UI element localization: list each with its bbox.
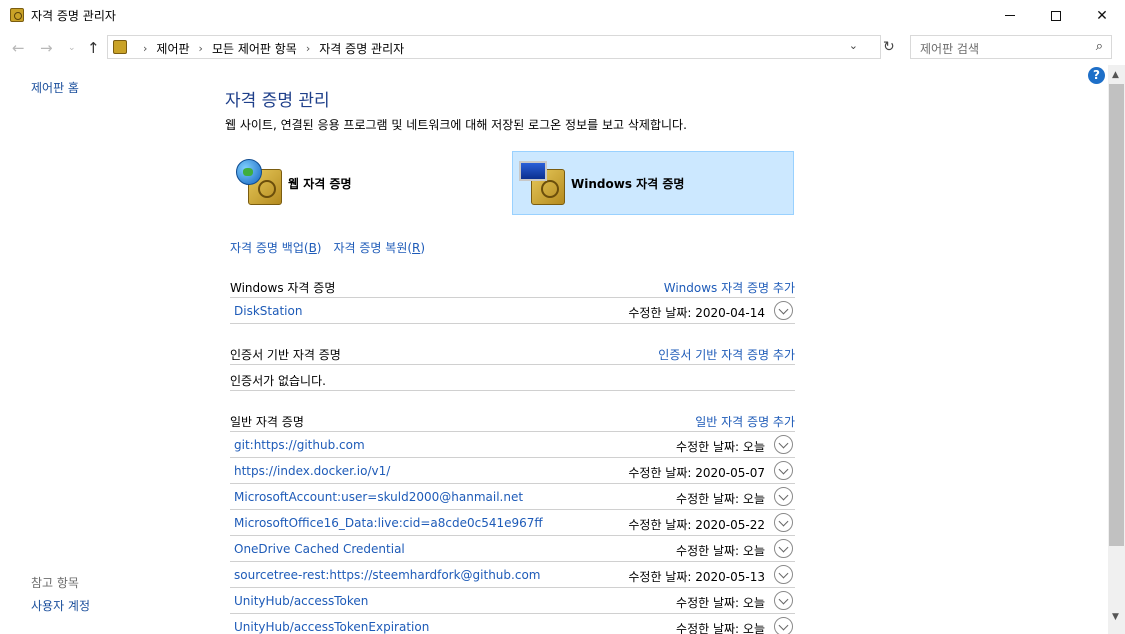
page-description: 웹 사이트, 연결된 응용 프로그램 및 네트워크에 대해 저장된 로그온 정보… — [225, 118, 687, 132]
up-icon[interactable]: ↑ — [87, 39, 100, 57]
restore-credentials-link[interactable]: 자격 증명 복원(R) — [333, 239, 425, 256]
chevron-down-icon[interactable] — [774, 539, 793, 558]
chevron-down-icon[interactable] — [774, 591, 793, 610]
list-item[interactable]: OneDrive Cached Credential 수정한 날짜: 오늘 — [230, 536, 795, 562]
close-button[interactable]: ✕ — [1079, 0, 1125, 31]
credential-date: 수정한 날짜: 오늘 — [676, 544, 765, 558]
section-header: 일반 자격 증명 일반 자격 증명 추가 — [230, 406, 795, 432]
section-title: 인증서 기반 자격 증명 — [230, 348, 341, 362]
windows-credentials-tile[interactable]: Windows 자격 증명 — [512, 151, 794, 215]
section-title: 일반 자격 증명 — [230, 415, 304, 429]
breadcrumb-control-panel[interactable]: 제어판 — [156, 40, 189, 57]
chevron-down-icon[interactable] — [774, 487, 793, 506]
scroll-up-icon[interactable]: ▲ — [1112, 70, 1119, 80]
web-credentials-label: 웹 자격 증명 — [288, 176, 352, 191]
credential-name[interactable]: MicrosoftAccount:user=skuld2000@hanmail.… — [234, 490, 523, 504]
list-item[interactable]: UnityHub/accessTokenExpiration 수정한 날짜: 오… — [230, 614, 795, 634]
list-item[interactable]: UnityHub/accessToken 수정한 날짜: 오늘 — [230, 588, 795, 614]
scroll-down-icon[interactable]: ▼ — [1112, 612, 1119, 622]
page-title: 자격 증명 관리 — [225, 91, 330, 111]
list-item[interactable]: MicrosoftAccount:user=skuld2000@hanmail.… — [230, 484, 795, 510]
empty-message-row: 인증서가 없습니다. — [230, 365, 795, 391]
list-item[interactable]: DiskStation 수정한 날짜: 2020-04-14 — [230, 298, 795, 324]
forward-icon[interactable]: → — [40, 39, 53, 57]
chevron-down-icon[interactable] — [774, 565, 793, 584]
backup-restore-links: 자격 증명 백업(B) 자격 증명 복원(R) — [230, 239, 425, 256]
list-item[interactable]: git:https://github.com 수정한 날짜: 오늘 — [230, 432, 795, 458]
section-header: 인증서 기반 자격 증명 인증서 기반 자격 증명 추가 — [230, 339, 795, 365]
breadcrumb-all-items[interactable]: 모든 제어판 항목 — [212, 40, 297, 57]
chevron-down-icon[interactable]: ⌄ — [849, 39, 858, 52]
chevron-right-icon: › — [305, 42, 311, 55]
credential-name[interactable]: sourcetree-rest:https://steemhardfork@gi… — [234, 568, 540, 582]
windows-credentials-icon — [517, 157, 569, 209]
credential-date: 수정한 날짜: 오늘 — [676, 440, 765, 454]
help-icon[interactable]: ? — [1088, 67, 1105, 84]
scroll-thumb[interactable] — [1109, 84, 1124, 546]
control-panel-home-link[interactable]: 제어판 홈 — [31, 79, 79, 96]
close-icon: ✕ — [1096, 7, 1108, 24]
chevron-down-icon[interactable] — [774, 461, 793, 480]
user-accounts-link[interactable]: 사용자 계정 — [31, 597, 90, 614]
chevron-right-icon: › — [198, 42, 203, 55]
search-input[interactable]: 제어판 검색 ⌕ — [910, 35, 1112, 59]
list-item[interactable]: https://index.docker.io/v1/ 수정한 날짜: 2020… — [230, 458, 795, 484]
section-header: Windows 자격 증명 Windows 자격 증명 추가 — [230, 272, 795, 298]
maximize-button[interactable] — [1033, 0, 1079, 31]
title-bar: 자격 증명 관리자 ✕ — [0, 0, 1125, 31]
see-also-label: 참고 항목 — [31, 576, 79, 590]
empty-message: 인증서가 없습니다. — [230, 374, 326, 388]
chevron-down-icon[interactable] — [774, 617, 793, 634]
chevron-down-icon[interactable] — [774, 435, 793, 454]
backup-credentials-link[interactable]: 자격 증명 백업(B) — [230, 239, 321, 256]
search-icon[interactable]: ⌕ — [1096, 39, 1103, 54]
credential-date: 수정한 날짜: 오늘 — [676, 492, 765, 506]
web-credentials-tile[interactable]: 웹 자격 증명 — [230, 151, 512, 215]
credential-name[interactable]: https://index.docker.io/v1/ — [234, 464, 390, 478]
back-icon[interactable]: ← — [12, 39, 25, 57]
minimize-button[interactable] — [987, 0, 1033, 31]
list-item[interactable]: MicrosoftOffice16_Data:live:cid=a8cde0c5… — [230, 510, 795, 536]
list-item[interactable]: sourcetree-rest:https://steemhardfork@gi… — [230, 562, 795, 588]
chevron-right-icon: › — [143, 42, 148, 55]
credential-vault-icon — [10, 8, 24, 22]
add-certificate-credential-link[interactable]: 인증서 기반 자격 증명 추가 — [658, 346, 795, 363]
chevron-down-icon[interactable] — [774, 513, 793, 532]
minimize-icon — [1005, 15, 1015, 16]
credential-name[interactable]: MicrosoftOffice16_Data:live:cid=a8cde0c5… — [234, 516, 543, 530]
web-credentials-icon — [234, 157, 286, 209]
add-generic-credential-link[interactable]: 일반 자격 증명 추가 — [695, 413, 795, 430]
breadcrumb: › 제어판 › 모든 제어판 항목 › 자격 증명 관리자 — [134, 40, 404, 57]
navigation-bar: ← → ⌄ ↑ › 제어판 › 모든 제어판 항목 › 자격 증명 관리자 ⌄ … — [0, 31, 1125, 65]
refresh-icon[interactable]: ↻ — [883, 39, 895, 55]
credential-date: 수정한 날짜: 오늘 — [676, 596, 765, 610]
credential-date: 수정한 날짜: 2020-05-22 — [628, 518, 765, 532]
windows-credentials-label: Windows 자격 증명 — [571, 176, 685, 191]
credential-name[interactable]: DiskStation — [234, 304, 302, 318]
search-placeholder: 제어판 검색 — [920, 42, 980, 56]
credential-date: 수정한 날짜: 2020-05-07 — [628, 466, 765, 480]
window-title: 자격 증명 관리자 — [31, 9, 116, 23]
monitor-icon — [519, 161, 547, 181]
generic-credentials-section: 일반 자격 증명 일반 자격 증명 추가 git:https://github.… — [230, 406, 795, 634]
globe-icon — [236, 159, 262, 185]
section-title: Windows 자격 증명 — [230, 281, 336, 295]
recent-locations-icon[interactable]: ⌄ — [68, 43, 76, 53]
vertical-scrollbar[interactable]: ▲ ▼ — [1108, 65, 1125, 634]
chevron-down-icon[interactable] — [774, 301, 793, 320]
maximize-icon — [1051, 10, 1061, 21]
credential-name[interactable]: UnityHub/accessToken — [234, 594, 368, 608]
address-bar[interactable]: › 제어판 › 모든 제어판 항목 › 자격 증명 관리자 ⌄ — [107, 35, 881, 59]
add-windows-credential-link[interactable]: Windows 자격 증명 추가 — [664, 279, 795, 296]
certificate-credentials-section: 인증서 기반 자격 증명 인증서 기반 자격 증명 추가 인증서가 없습니다. — [230, 339, 795, 391]
credential-name[interactable]: git:https://github.com — [234, 438, 365, 452]
credential-name[interactable]: UnityHub/accessTokenExpiration — [234, 620, 429, 634]
credential-date: 수정한 날짜: 2020-04-14 — [628, 306, 765, 320]
breadcrumb-credential-manager[interactable]: 자격 증명 관리자 — [319, 40, 404, 57]
credential-vault-icon — [113, 40, 127, 54]
credential-date: 수정한 날짜: 오늘 — [676, 622, 765, 634]
credential-name[interactable]: OneDrive Cached Credential — [234, 542, 405, 556]
credential-date: 수정한 날짜: 2020-05-13 — [628, 570, 765, 584]
windows-credentials-section: Windows 자격 증명 Windows 자격 증명 추가 DiskStati… — [230, 272, 795, 324]
